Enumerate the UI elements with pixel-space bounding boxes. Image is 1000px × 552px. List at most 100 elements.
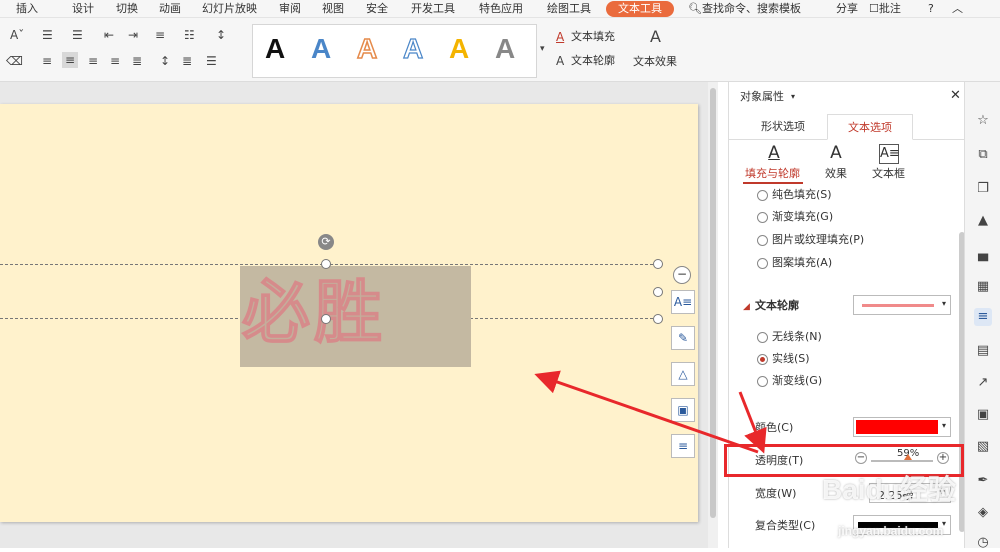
- gallery-more-icon[interactable]: ▾: [540, 42, 545, 56]
- radio-no-line[interactable]: [757, 332, 768, 343]
- resize-handle-right[interactable]: [653, 287, 663, 297]
- label-solid-line: 实线(S): [772, 352, 810, 365]
- text-format-icon[interactable]: A≡: [671, 290, 695, 314]
- resize-handle-top[interactable]: [321, 259, 331, 269]
- expand-outline-icon[interactable]: ◢: [743, 300, 750, 314]
- align-center-icon[interactable]: ≡: [62, 52, 79, 68]
- menu-drawing-tools[interactable]: 绘图工具: [547, 1, 591, 17]
- comment-button[interactable]: ☐批注: [869, 1, 901, 17]
- radio-gradient-fill[interactable]: [757, 212, 768, 223]
- menu-text-tools[interactable]: 文本工具: [606, 1, 674, 17]
- brush-icon[interactable]: ✒: [974, 472, 992, 490]
- text-box[interactable]: 必胜: [240, 266, 471, 367]
- text-style-orange-outline[interactable]: A: [356, 32, 378, 65]
- chart-icon[interactable]: ▄: [974, 246, 992, 264]
- menu-transition[interactable]: 切换: [116, 1, 138, 17]
- menu-security[interactable]: 安全: [366, 1, 388, 17]
- eraser-icon[interactable]: ⌫: [6, 54, 23, 68]
- font-size-icon[interactable]: Aˇ: [10, 28, 24, 42]
- bullet-list-icon[interactable]: ☰: [42, 28, 53, 42]
- tab-shape-options[interactable]: 形状选项: [747, 114, 819, 140]
- ribbon-toolbar: Aˇ ⌫ ☰ ☰ ⇤ ⇥ ≡ ☷ ↕ ≡ ≡ ≡ ≡ ≣ ↕ ≣ ☰ A A A…: [0, 18, 1000, 82]
- menu-animation[interactable]: 动画: [159, 1, 181, 17]
- color-picker-dropdown[interactable]: ▾: [853, 417, 951, 437]
- export-icon[interactable]: ↗: [974, 374, 992, 392]
- copy-icon[interactable]: ❐: [974, 180, 992, 198]
- section-text-outline[interactable]: 文本轮廓: [755, 299, 799, 313]
- subtab-fill-outline[interactable]: 填充与轮廓: [745, 167, 800, 181]
- collapse-ribbon-button[interactable]: ︿: [952, 1, 963, 17]
- radio-solid-line[interactable]: [757, 354, 768, 365]
- radio-solid-fill[interactable]: [757, 190, 768, 201]
- slide-canvas[interactable]: 必胜 ⟳ − A≡ ✎ △ ▣ ≡: [0, 104, 698, 522]
- archive-icon[interactable]: ▣: [974, 406, 992, 424]
- shapes-icon[interactable]: ⧉: [974, 146, 992, 164]
- subtab-effect[interactable]: 效果: [825, 167, 847, 181]
- outline-preview-line: [862, 304, 934, 307]
- vertical-align-icon[interactable]: ↕: [160, 54, 170, 68]
- text-direction-icon[interactable]: ≡: [155, 28, 165, 42]
- collapse-icon[interactable]: −: [673, 266, 691, 284]
- tab-text-options[interactable]: 文本选项: [827, 114, 913, 140]
- align-left-icon[interactable]: ≡: [42, 54, 52, 68]
- text-fill-button[interactable]: 文本填充: [571, 30, 615, 44]
- subtab-textbox[interactable]: 文本框: [872, 167, 905, 181]
- menu-design[interactable]: 设计: [72, 1, 94, 17]
- resize-handle-center[interactable]: [321, 314, 331, 324]
- distribute-icon[interactable]: ≣: [132, 54, 142, 68]
- menu-insert[interactable]: 插入: [16, 1, 38, 17]
- slide-text[interactable]: 必胜: [240, 273, 471, 354]
- label-picture-fill: 图片或纹理填充(P): [772, 233, 865, 246]
- close-panel-icon[interactable]: ✕: [950, 89, 961, 103]
- share-button[interactable]: 分享: [836, 1, 858, 17]
- rotate-handle-icon[interactable]: ⟳: [318, 234, 334, 250]
- outline-style-dropdown[interactable]: ▾: [853, 295, 951, 315]
- shield-icon[interactable]: ◈: [974, 504, 992, 522]
- pen-icon[interactable]: ✎: [671, 326, 695, 350]
- resize-handle-bottom-right[interactable]: [653, 314, 663, 324]
- text-style-blue[interactable]: A: [311, 33, 331, 65]
- color-label: 颜色(C): [755, 421, 794, 434]
- image-icon[interactable]: ▧: [974, 438, 992, 456]
- line-spacing-icon[interactable]: ↕: [216, 28, 226, 42]
- text-style-black[interactable]: A: [265, 33, 285, 65]
- menu-view[interactable]: 视图: [322, 1, 344, 17]
- fill-bucket-icon[interactable]: △: [671, 362, 695, 386]
- radio-gradient-line[interactable]: [757, 376, 768, 387]
- justify-icon[interactable]: ≡: [110, 54, 120, 68]
- increase-indent-icon[interactable]: ⇥: [128, 28, 138, 42]
- menu-developer[interactable]: 开发工具: [411, 1, 455, 17]
- star-icon[interactable]: ☆: [974, 112, 992, 130]
- text-style-gray[interactable]: A: [495, 33, 515, 65]
- paragraph-icon[interactable]: ≣: [182, 54, 192, 68]
- layout-icon[interactable]: ▤: [974, 342, 992, 360]
- decrease-indent-icon[interactable]: ⇤: [104, 28, 114, 42]
- align-right-icon[interactable]: ≡: [88, 54, 98, 68]
- help-button[interactable]: ?: [928, 1, 934, 17]
- menu-features[interactable]: 特色应用: [479, 1, 523, 17]
- grid-icon[interactable]: ▦: [974, 278, 992, 296]
- character-icon[interactable]: ≡: [671, 434, 695, 458]
- history-icon[interactable]: ◷: [974, 534, 992, 552]
- workspace-scroll-thumb[interactable]: [710, 88, 716, 518]
- text-style-gold[interactable]: A: [449, 33, 469, 65]
- panel-title[interactable]: 对象属性: [740, 90, 784, 104]
- resize-handle-top-right[interactable]: [653, 259, 663, 269]
- radio-pattern-fill[interactable]: [757, 258, 768, 269]
- search-command[interactable]: 🔍︎查找命令、搜索模板: [688, 1, 801, 17]
- text-style-blue-outline[interactable]: A: [402, 32, 423, 65]
- properties-icon[interactable]: ≡: [974, 308, 992, 326]
- text-fill-icon: A: [556, 30, 565, 44]
- columns-icon[interactable]: ☷: [184, 28, 195, 42]
- text-outline-button[interactable]: 文本轮廓: [571, 54, 615, 68]
- numbered-list-icon[interactable]: ☰: [72, 28, 83, 42]
- text-wrap-icon[interactable]: ☰: [206, 54, 217, 68]
- workspace-scrollbar[interactable]: [708, 82, 718, 548]
- radio-picture-fill[interactable]: [757, 235, 768, 246]
- menu-review[interactable]: 审阅: [279, 1, 301, 17]
- menu-slideshow[interactable]: 幻灯片放映: [202, 1, 257, 17]
- panel-title-dropdown-icon[interactable]: ▾: [791, 90, 795, 104]
- triangle-icon[interactable]: ▲: [974, 212, 992, 230]
- text-effect-button[interactable]: 文本效果: [633, 55, 677, 69]
- border-icon[interactable]: ▣: [671, 398, 695, 422]
